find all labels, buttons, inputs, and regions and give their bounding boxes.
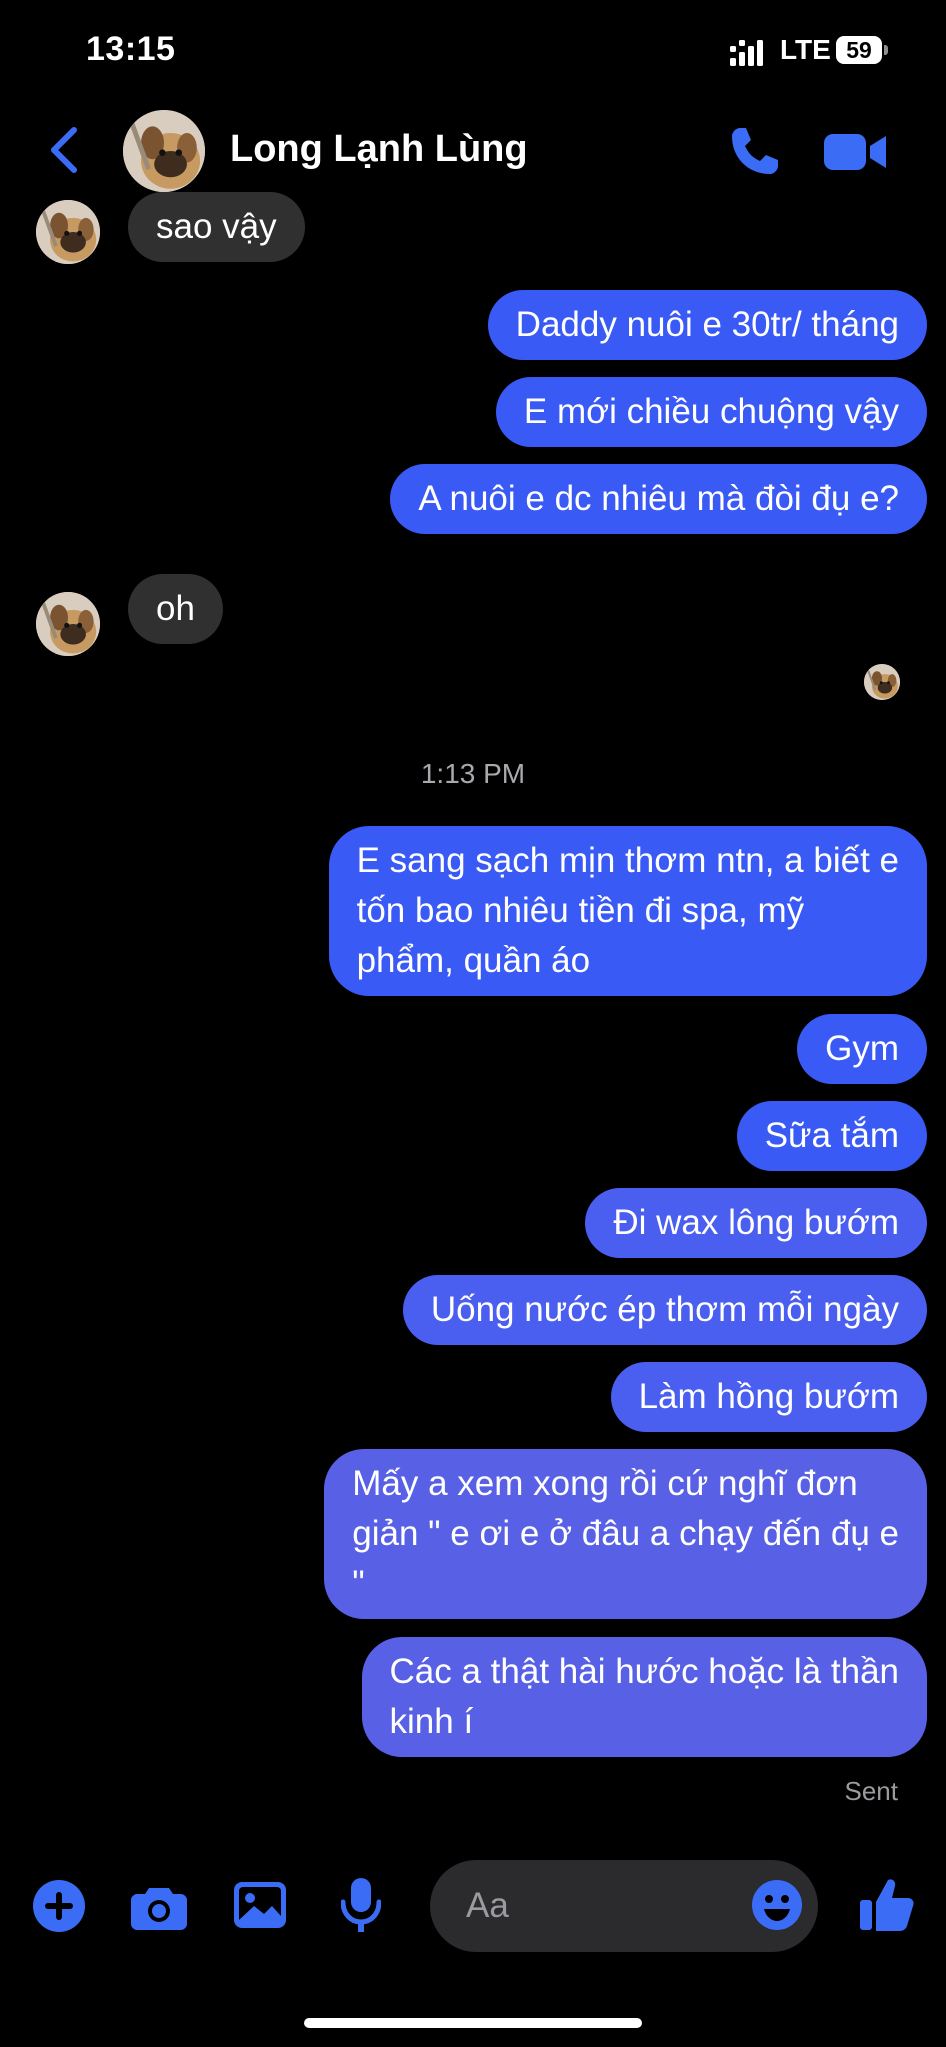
message-bubble-sent[interactable]: A nuôi e dc nhiêu mà đòi đụ e?	[390, 464, 927, 534]
message-bubble-sent[interactable]: Uống nước ép thơm mỗi ngày	[402, 1275, 927, 1345]
message-bubble-sent[interactable]: E sang sạch mịn thơm ntn, a biết e tốn b…	[328, 826, 927, 996]
chat-header: Long Lạnh Lùng	[0, 100, 946, 200]
message-bubble-sent[interactable]: Sữa tắm	[736, 1101, 927, 1171]
home-indicator[interactable]	[304, 2018, 642, 2028]
message-bubble-sent[interactable]: Daddy nuôi e 30tr/ tháng	[487, 290, 927, 360]
message-bubble-received[interactable]: oh	[128, 574, 223, 644]
photo-icon[interactable]	[234, 1882, 286, 1928]
status-bar: 13:15 LTE 59	[0, 0, 946, 100]
phone-icon[interactable]	[726, 122, 784, 180]
contact-avatar-small	[36, 200, 100, 264]
back-chevron-icon[interactable]	[40, 122, 90, 178]
battery-icon: 59	[836, 36, 890, 64]
message-bubble-sent[interactable]: Mấy a xem xong rồi cứ nghĩ đơn giản " e …	[324, 1449, 927, 1619]
emoji-icon[interactable]	[752, 1880, 802, 1930]
message-bubble-sent[interactable]: E mới chiều chuộng vậy	[495, 377, 927, 447]
signal-strength-icon	[730, 40, 763, 66]
contact-avatar-small	[36, 592, 100, 656]
video-camera-icon[interactable]	[824, 130, 888, 174]
plus-icon[interactable]	[33, 1880, 85, 1932]
message-bubble-sent[interactable]: Làm hồng bướm	[610, 1362, 927, 1432]
status-time: 13:15	[86, 30, 176, 68]
contact-avatar[interactable]	[123, 110, 205, 192]
carrier-label: LTE	[780, 34, 831, 65]
camera-icon[interactable]	[131, 1884, 187, 1930]
battery-level: 59	[846, 37, 872, 63]
microphone-icon[interactable]	[341, 1878, 381, 1934]
message-bubble-received[interactable]: sao vậy	[128, 192, 305, 262]
message-timestamp: 1:13 PM	[420, 758, 526, 789]
delivery-status: Sent	[844, 1776, 899, 1806]
message-bubble-sent[interactable]: Đi wax lông bướm	[585, 1188, 927, 1258]
contact-name[interactable]: Long Lạnh Lùng	[230, 128, 528, 171]
thumbs-up-icon[interactable]	[860, 1876, 914, 1932]
message-composer	[0, 1850, 946, 1970]
read-receipt-avatar	[864, 664, 900, 700]
message-bubble-sent[interactable]: Gym	[797, 1014, 927, 1084]
message-bubble-sent[interactable]: Các a thật hài hước hoặc là thần kinh í	[361, 1637, 927, 1757]
